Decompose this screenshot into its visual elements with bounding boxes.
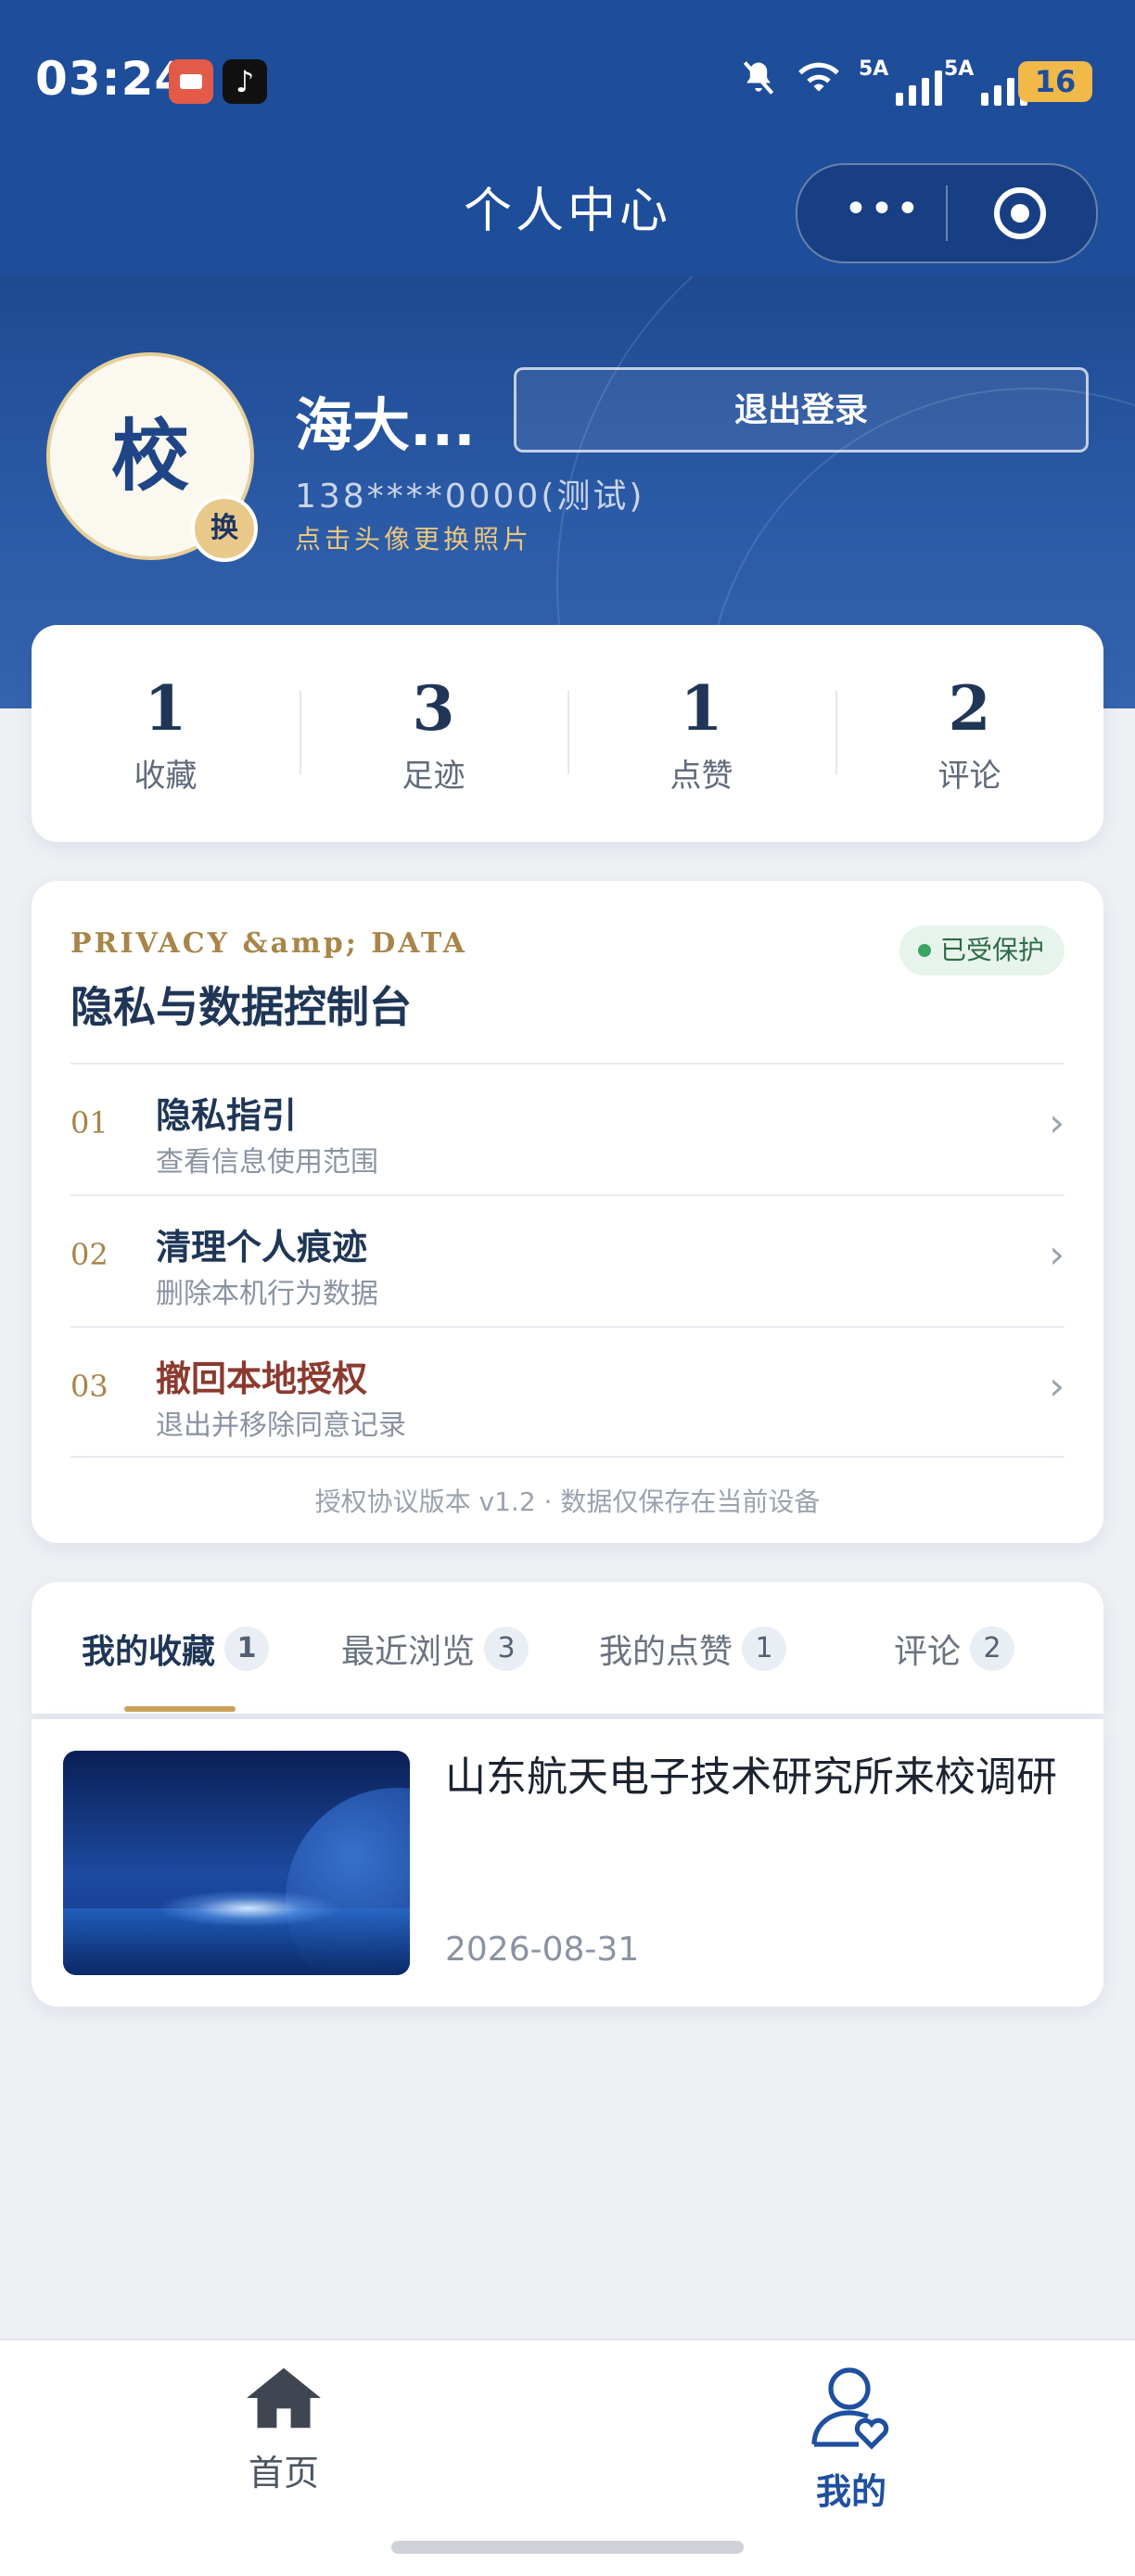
article-date: 2026-08-31 — [445, 1931, 640, 1969]
signal-icon-1: 5A — [859, 57, 943, 106]
article-thumbnail[interactable] — [63, 1751, 410, 1975]
stat-label: 足迹 — [402, 757, 465, 795]
divider — [70, 1456, 1065, 1458]
item-title: 隐私指引 — [156, 1095, 298, 1136]
stat-footprints[interactable]: 3 足迹 — [300, 672, 568, 796]
status-time: 03:24 — [35, 52, 188, 106]
stat-value: 2 — [948, 671, 991, 745]
privacy-item-clear[interactable]: 02 清理个人痕迹 删除本机行为数据 › — [70, 1196, 1065, 1326]
privacy-item-revoke[interactable]: 03 撤回本地授权 退出并移除同意记录 › — [70, 1328, 1065, 1458]
wifi-icon — [790, 57, 848, 106]
chevron-right-icon: › — [1049, 1100, 1065, 1145]
tab-label: 我的点赞 — [599, 1633, 733, 1671]
tab-likes[interactable]: 我的点赞 1 — [599, 1625, 787, 1673]
tabbar-home[interactable]: 首页 — [191, 2363, 376, 2495]
privacy-item-guide[interactable]: 01 隐私指引 查看信息使用范围 › — [70, 1065, 1065, 1194]
tab-count: 1 — [742, 1626, 787, 1671]
stat-likes[interactable]: 1 点赞 — [568, 672, 835, 796]
stat-favorites[interactable]: 1 收藏 — [32, 672, 300, 796]
stat-value: 3 — [412, 671, 455, 745]
tab-count: 1 — [224, 1626, 270, 1671]
stat-label: 收藏 — [134, 757, 198, 795]
close-miniapp-icon[interactable] — [994, 187, 1046, 239]
home-indicator[interactable] — [391, 2541, 744, 2554]
network-label-2: 5A — [944, 57, 975, 81]
tab-label: 评论 — [894, 1633, 962, 1671]
tab-count: 3 — [484, 1626, 529, 1671]
item-subtitle: 删除本机行为数据 — [156, 1278, 378, 1310]
tab-count: 2 — [970, 1626, 1015, 1671]
item-index: 02 — [70, 1237, 108, 1272]
item-title: 撤回本地授权 — [156, 1358, 368, 1399]
stat-value: 1 — [680, 671, 723, 745]
user-phone: 138****0000(测试) — [295, 478, 645, 516]
screen-record-icon — [169, 59, 213, 104]
bell-muted-icon — [738, 57, 779, 106]
tabbar-label: 首页 — [248, 2453, 319, 2493]
signal-icon-2: 5A — [944, 57, 1028, 106]
user-name: 海大... — [295, 391, 476, 459]
logout-button[interactable]: 退出登录 — [514, 367, 1089, 453]
stat-label: 点赞 — [670, 757, 733, 795]
tabbar-me[interactable]: 我的 — [759, 2363, 944, 2514]
active-tab-indicator — [124, 1706, 236, 1712]
tab-label: 我的收藏 — [82, 1633, 216, 1671]
avatar-hint: 点击头像更换照片 — [295, 524, 533, 555]
stats-card: 1 收藏 3 足迹 1 点赞 2 评论 — [32, 625, 1103, 842]
capsule-divider — [946, 185, 948, 241]
home-icon — [191, 2363, 376, 2437]
item-index: 01 — [70, 1105, 108, 1141]
network-label-1: 5A — [859, 57, 889, 81]
item-subtitle: 查看信息使用范围 — [156, 1146, 378, 1179]
item-subtitle: 退出并移除同意记录 — [156, 1409, 406, 1442]
item-title: 清理个人痕迹 — [156, 1227, 368, 1268]
stat-label: 评论 — [937, 757, 1001, 795]
tab-comments[interactable]: 评论 2 — [894, 1625, 1015, 1673]
article-title[interactable]: 山东航天电子技术研究所来校调研 — [445, 1745, 1076, 1810]
chevron-right-icon: › — [1049, 1363, 1065, 1409]
tab-label: 最近浏览 — [341, 1633, 476, 1671]
user-heart-icon — [759, 2363, 944, 2455]
more-menu-icon[interactable]: ••• — [844, 184, 920, 243]
privacy-title: 隐私与数据控制台 — [70, 982, 412, 1032]
tab-favorites[interactable]: 我的收藏 1 — [82, 1625, 270, 1673]
chevron-right-icon: › — [1049, 1231, 1065, 1277]
stat-comments[interactable]: 2 评论 — [835, 672, 1103, 796]
privacy-kicker: PRIVACY &amp; DATA — [70, 927, 467, 960]
item-index: 03 — [70, 1369, 108, 1404]
battery-indicator: 16 — [1018, 61, 1092, 102]
tab-recent[interactable]: 最近浏览 3 — [341, 1625, 529, 1673]
avatar-swap-badge[interactable]: 换 — [191, 495, 258, 562]
tiktok-icon: ♪ — [223, 59, 267, 104]
privacy-footer: 授权协议版本 v1.2 · 数据仅保存在当前设备 — [314, 1486, 821, 1517]
protected-badge: 已受保护 — [899, 925, 1065, 976]
miniapp-capsule: ••• — [796, 163, 1098, 263]
tabbar-label: 我的 — [815, 2471, 886, 2512]
stat-value: 1 — [144, 671, 187, 745]
